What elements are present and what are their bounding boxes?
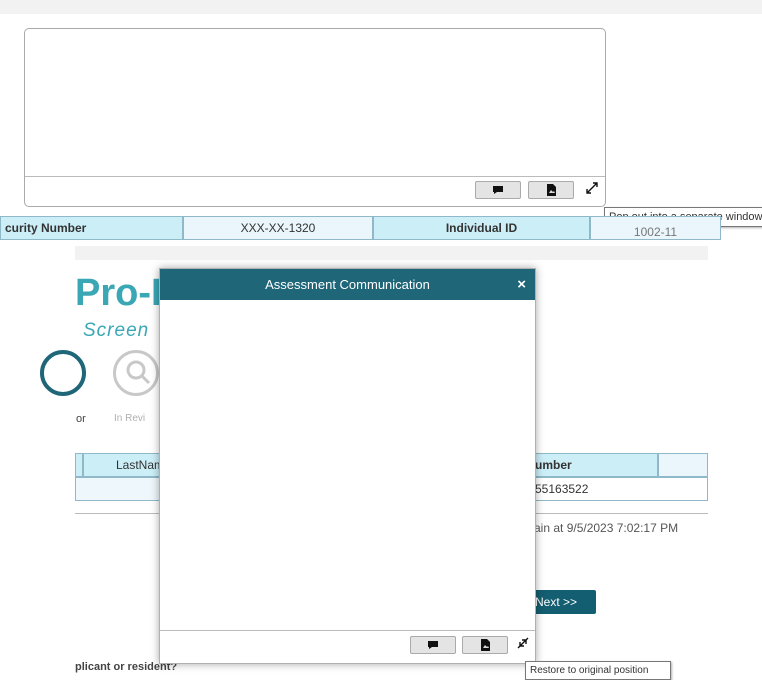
top-strip — [0, 0, 762, 14]
next-button[interactable]: Next >> — [530, 590, 596, 614]
collapse-arrows-icon — [517, 636, 529, 654]
individual-id-value: 1002-11 — [590, 216, 721, 240]
lastname-header: LastNam — [83, 453, 160, 477]
dialog-toolbar-divider — [160, 630, 535, 631]
dialog-title: Assessment Communication — [265, 277, 430, 292]
table-header-cell-empty — [658, 453, 708, 477]
speech-bubble-icon — [427, 640, 439, 650]
step-circle-in-review — [113, 350, 159, 396]
comment-button[interactable] — [475, 181, 521, 199]
step-label-in-review: In Revi — [114, 413, 146, 424]
editor-toolbar-divider — [25, 176, 605, 177]
restore-button[interactable] — [515, 637, 531, 653]
ssn-value: XXX-XX-1320 — [183, 216, 373, 240]
step-label-partial: or — [76, 413, 86, 425]
assessment-communication-dialog: Assessment Communication × — [159, 268, 536, 664]
document-icon — [480, 639, 491, 651]
document-icon — [546, 184, 557, 196]
app-logo: Pro-I — [75, 272, 162, 314]
restore-tooltip: Restore to original position — [525, 661, 671, 680]
communication-editor[interactable] — [24, 28, 606, 207]
expand-arrows-icon — [586, 181, 598, 199]
dialog-attach-file-button[interactable] — [462, 636, 508, 654]
message-area[interactable] — [160, 300, 535, 630]
attach-file-button[interactable] — [528, 181, 574, 199]
pop-out-button[interactable] — [584, 182, 600, 198]
lastname-cell — [75, 477, 160, 501]
number-header: umber — [534, 453, 658, 477]
dialog-comment-button[interactable] — [410, 636, 456, 654]
individual-id-label: Individual ID — [373, 216, 590, 240]
app-subtitle: Screen — [83, 320, 150, 341]
step-circle-current — [40, 350, 86, 396]
table-header-cell — [75, 453, 83, 477]
dialog-header: Assessment Communication × — [160, 269, 535, 300]
number-value: 55163522 — [534, 477, 708, 501]
close-icon[interactable]: × — [517, 276, 526, 293]
background-strip — [75, 246, 708, 260]
search-icon — [125, 359, 153, 392]
speech-bubble-icon — [492, 185, 504, 195]
saved-timestamp: ain at 9/5/2023 7:02:17 PM — [534, 521, 679, 535]
ssn-label: curity Number — [0, 216, 183, 240]
